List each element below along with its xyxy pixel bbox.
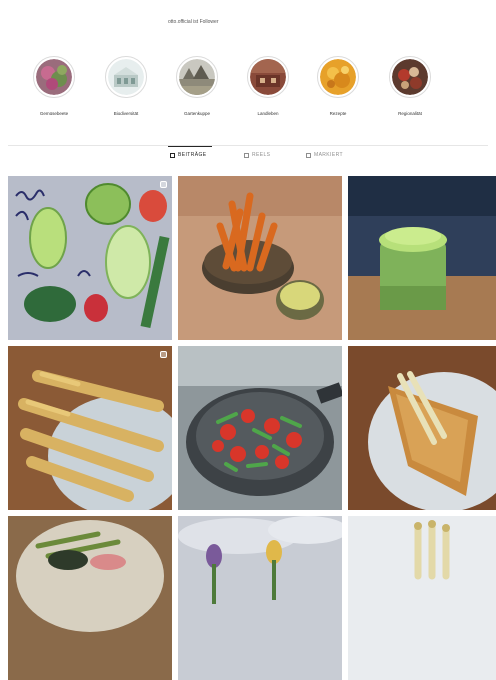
highlight-label: Gemüsebeete	[39, 111, 69, 116]
highlight-ring	[33, 56, 75, 98]
post-image	[8, 346, 172, 510]
tab-posts[interactable]: BEITRÄGE	[170, 152, 206, 158]
highlight-ring	[317, 56, 359, 98]
post-image	[178, 346, 342, 510]
highlight-rezepte[interactable]: Rezepte	[306, 52, 370, 116]
tab-label: MARKIERT	[314, 152, 343, 158]
post-tile[interactable]	[178, 516, 342, 680]
regional-produce-icon	[392, 59, 428, 95]
grid-icon	[170, 152, 175, 158]
highlight-label: Gartenkuppe	[183, 111, 211, 116]
highlight-gemuesebeete[interactable]: Gemüsebeete	[22, 52, 86, 116]
recipe-food-icon	[320, 59, 356, 95]
vegetable-beds-icon	[36, 59, 72, 95]
highlight-ring	[105, 56, 147, 98]
post-image	[178, 176, 342, 340]
garden-landscape-icon	[179, 59, 215, 95]
highlight-gartenkuppe[interactable]: Gartenkuppe	[165, 52, 229, 116]
profile-tabs: BEITRÄGE REELS MARKIERT	[0, 146, 496, 170]
post-image	[8, 176, 172, 340]
greenhouse-icon	[108, 59, 144, 95]
tab-tagged[interactable]: MARKIERT	[306, 152, 343, 158]
reels-icon	[244, 152, 249, 158]
post-image	[8, 516, 172, 680]
highlight-label: Landleben	[257, 111, 279, 116]
post-image	[348, 176, 496, 340]
story-highlights: Gemüsebeete Biodiversität Gartenkuppe La…	[0, 52, 496, 122]
post-image	[348, 516, 496, 680]
multiple-photos-icon	[160, 351, 167, 358]
tab-reels[interactable]: REELS	[244, 152, 270, 158]
highlight-biodiversitaet[interactable]: Biodiversität	[94, 52, 158, 116]
post-tile[interactable]	[178, 346, 342, 510]
tab-label: BEITRÄGE	[178, 152, 207, 158]
post-tile[interactable]	[178, 176, 342, 340]
profile-header: otto.official ist Follower	[0, 0, 496, 25]
farmhouse-icon	[250, 59, 286, 95]
post-tile[interactable]	[348, 346, 496, 510]
post-tile[interactable]	[348, 516, 496, 680]
post-tile[interactable]	[8, 176, 172, 340]
highlight-ring	[389, 56, 431, 98]
highlight-ring	[176, 56, 218, 98]
highlight-label: Rezepte	[329, 111, 347, 116]
post-image	[178, 516, 342, 680]
highlight-label: Biodiversität	[113, 111, 139, 116]
tagged-icon	[306, 152, 311, 158]
highlight-landleben[interactable]: Landleben	[236, 52, 300, 116]
post-tile[interactable]	[8, 346, 172, 510]
post-tile[interactable]	[8, 516, 172, 680]
highlight-ring	[247, 56, 289, 98]
post-tile[interactable]	[348, 176, 496, 340]
tab-label: REELS	[252, 152, 271, 158]
highlight-regionalitaet[interactable]: Regionalität	[378, 52, 442, 116]
active-tab-indicator	[168, 146, 212, 147]
multiple-photos-icon	[160, 181, 167, 188]
post-image	[348, 346, 496, 510]
followed-by-text[interactable]: otto.official ist Follower	[168, 19, 218, 25]
highlight-label: Regionalität	[398, 111, 422, 116]
